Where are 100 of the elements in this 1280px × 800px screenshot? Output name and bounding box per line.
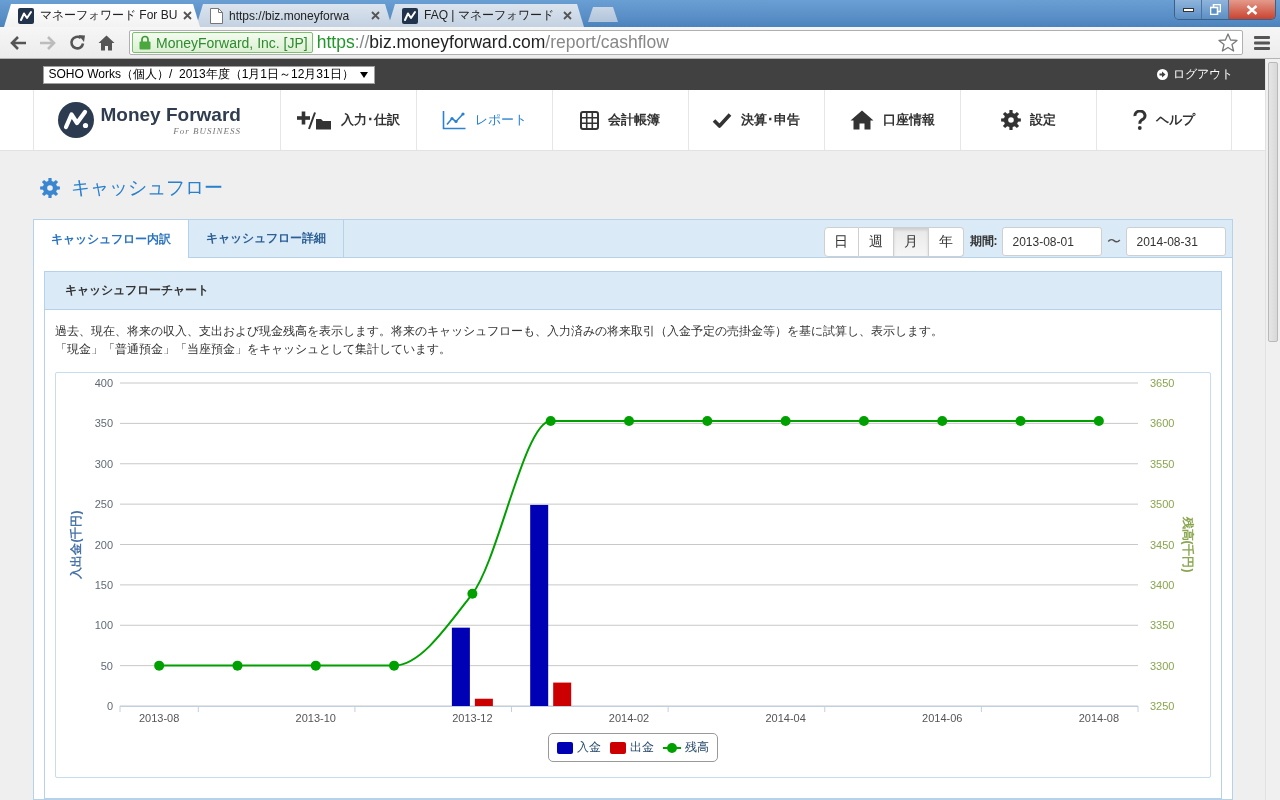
close-icon[interactable]	[563, 11, 572, 20]
description-text: 「現金」「普通預金」「当座預金」をキャッシュとして集計しています。	[54, 341, 452, 358]
scrollbar-thumb[interactable]	[1268, 62, 1278, 342]
browser-tab[interactable]: マネーフォワード For BU	[4, 4, 200, 27]
secondary-axis-title: 残高(千円)	[1180, 516, 1195, 573]
certificate-name: MoneyForward, Inc. [JP]	[156, 34, 308, 51]
y-axis-label: 150	[94, 578, 113, 591]
x-axis-label: 2013-12	[452, 712, 493, 724]
secondary-axis-label: 3500	[1150, 498, 1175, 511]
line-point	[232, 660, 243, 671]
y-axis-title: 入出金(千円)	[69, 510, 84, 579]
scrollbar[interactable]	[1265, 59, 1280, 800]
back-icon[interactable]	[9, 34, 27, 51]
y-axis-label: 100	[94, 619, 113, 632]
close-icon[interactable]	[371, 11, 380, 20]
line-point	[624, 415, 634, 426]
browser-tab[interactable]: https://biz.moneyforwa	[196, 4, 392, 27]
nav-item[interactable]: ヘルプ	[1095, 90, 1232, 150]
period-button[interactable]: 月	[893, 226, 929, 257]
legend-label: 残高	[684, 739, 709, 756]
line-point	[467, 588, 478, 599]
y-axis-label: 200	[94, 538, 113, 551]
line-point	[780, 415, 791, 426]
card-header: キャッシュフローチャート	[44, 272, 1221, 310]
secondary-axis-label: 3600	[1150, 417, 1175, 430]
date-separator: 〜	[1105, 232, 1122, 251]
nav-item[interactable]: 口座情報	[823, 90, 960, 150]
menu-icon[interactable]	[1254, 35, 1270, 50]
restore-icon	[1209, 4, 1221, 15]
y-axis-label: 50	[100, 659, 113, 672]
logo-icon[interactable]	[57, 102, 94, 138]
x-axis-label: 2014-02	[608, 712, 650, 724]
grid-icon	[580, 110, 599, 130]
close-icon	[1246, 4, 1258, 15]
close-icon[interactable]	[183, 11, 193, 20]
tab[interactable]: キャッシュフロー内訳	[33, 220, 189, 258]
line-point	[389, 660, 400, 671]
description-text: 過去、現在、将来の収入、支出および現金残高を表示します。将来のキャッシュフローも、入力済みの将来取引（入金予定の売掛金等）を基に試算し、表示します。	[54, 323, 944, 340]
legend-label: 出金	[629, 739, 654, 756]
nav-item[interactable]: 決算･申告	[687, 90, 824, 150]
minimize-icon	[1182, 7, 1194, 12]
period-button[interactable]: 週	[858, 226, 894, 257]
logo-icon	[402, 7, 418, 24]
url-text: https://biz.moneyforward.com/report/cashflow	[316, 32, 669, 53]
gear-icon	[1000, 110, 1021, 130]
address-bar[interactable]: MoneyForward, Inc. [JP] https://biz.moneyforward.com/report/cashflow	[129, 30, 1243, 55]
y-axis-label: 300	[94, 457, 113, 470]
caret-icon	[359, 71, 368, 78]
x-axis-label: 2014-04	[765, 712, 806, 724]
y-axis-label: 350	[94, 417, 113, 430]
y-axis-label: 250	[94, 498, 113, 511]
close-window-button[interactable]	[1228, 0, 1275, 19]
security-badge[interactable]: MoneyForward, Inc. [JP]	[132, 32, 313, 53]
question-mark-icon	[1132, 110, 1147, 130]
nav-item[interactable]: レポート	[415, 90, 552, 150]
office-select[interactable]: SOHO Works（個人）/ 2013年度（1月1日～12月31日）	[42, 65, 375, 84]
page-title: キャッシュフロー	[70, 176, 223, 200]
logout-link[interactable]: ログアウト	[1156, 66, 1233, 83]
line-point	[154, 660, 165, 671]
legend-label: 入金	[576, 739, 601, 756]
tab[interactable]: キャッシュフロー詳細	[188, 220, 344, 257]
secondary-axis-label: 3650	[1150, 377, 1175, 389]
reload-icon[interactable]	[69, 34, 86, 51]
secondary-axis-label: 3400	[1150, 578, 1175, 591]
nav-item[interactable]: 設定	[959, 90, 1096, 150]
line-point	[545, 415, 556, 426]
restore-button[interactable]	[1201, 0, 1228, 19]
home-icon[interactable]	[98, 34, 115, 51]
period-button[interactable]: 年	[928, 226, 964, 257]
plus-folder-icon	[296, 110, 332, 130]
date-input[interactable]: 2014-08-31	[1125, 227, 1226, 256]
line-point	[310, 660, 321, 671]
y-axis-label: 400	[94, 377, 113, 389]
y-axis-label: 0	[106, 700, 113, 712]
arrow-circle-icon	[1156, 69, 1168, 80]
line-point	[1015, 415, 1026, 426]
brand-name: Money Forward	[100, 104, 241, 126]
date-input[interactable]: 2013-08-01	[1001, 227, 1102, 256]
x-axis-label: 2013-10	[295, 712, 336, 724]
secondary-axis-label: 3250	[1150, 700, 1175, 712]
x-axis-label: 2014-06	[922, 712, 963, 724]
star-icon[interactable]	[1218, 33, 1238, 52]
secondary-axis-label: 3350	[1150, 619, 1175, 632]
period-button[interactable]: 日	[823, 226, 859, 257]
checkmark-icon	[712, 112, 732, 128]
minimize-button[interactable]	[1175, 0, 1201, 19]
nav-item[interactable]: 会計帳簿	[551, 90, 688, 150]
x-axis-label: 2013-08	[138, 712, 180, 724]
line-chart-icon	[441, 110, 466, 130]
nav-item[interactable]: 入力･仕訳	[279, 90, 416, 150]
lock-icon	[139, 35, 151, 50]
browser-tab[interactable]: FAQ | マネーフォワード	[388, 4, 584, 27]
page-icon	[210, 7, 223, 24]
line-point	[702, 415, 713, 426]
line-point	[937, 415, 948, 426]
line-point	[1093, 415, 1104, 426]
period-label: 期間:	[969, 233, 998, 250]
secondary-axis-label: 3450	[1150, 538, 1175, 551]
logo-icon	[18, 7, 34, 24]
brand-tagline: For BUSINESS	[173, 126, 241, 136]
